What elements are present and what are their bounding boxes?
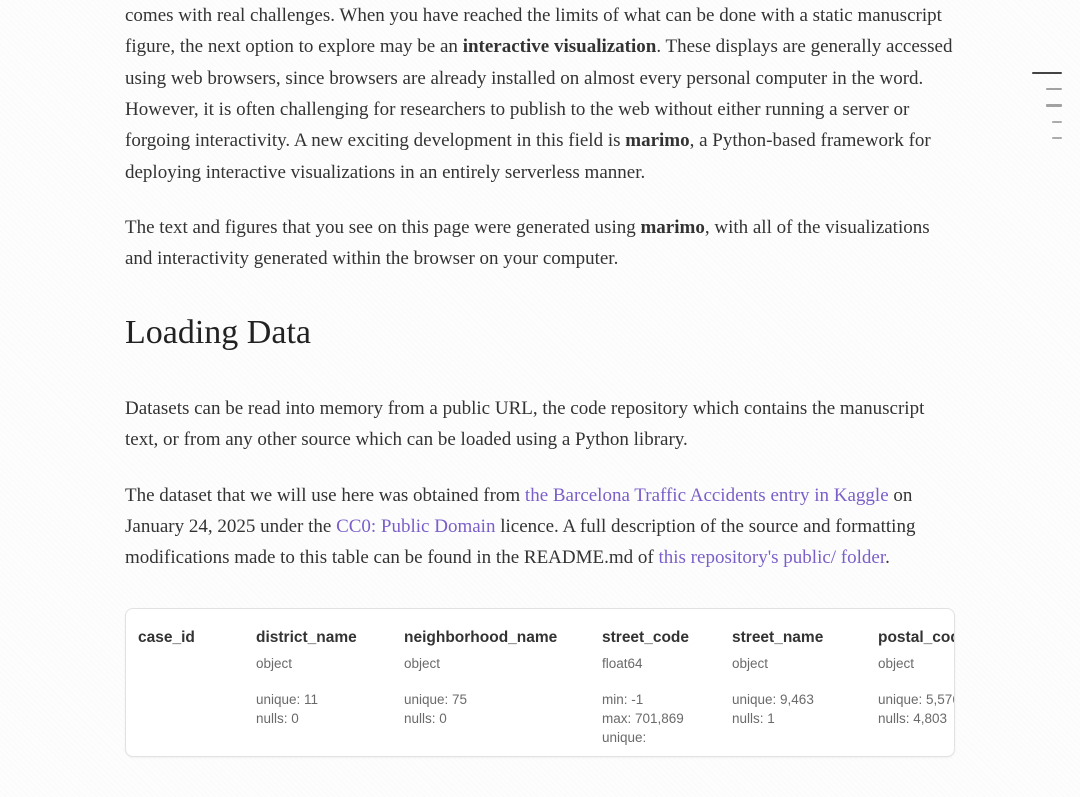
toc-entry[interactable]: [1032, 72, 1062, 74]
column-stats: unique: 11 nulls: 0: [256, 691, 380, 729]
column-header-postal-code[interactable]: postal_code object unique: 5,576 nulls: …: [866, 621, 955, 749]
stat: unique: 9,463: [732, 691, 854, 710]
column-name: street_name: [732, 629, 823, 646]
stat: min: -1: [602, 691, 708, 710]
paragraph-loading-2: The dataset that we will use here was ob…: [125, 480, 955, 574]
table-of-contents-minimap: [1032, 72, 1062, 139]
emphasis-marimo-2: marimo: [640, 217, 704, 238]
toc-entry[interactable]: [1052, 137, 1062, 139]
link-repo-public-folder[interactable]: this repository's public/ folder: [658, 547, 885, 568]
stat: unique:: [602, 729, 708, 748]
column-header-street-code[interactable]: street_code float64 min: -1 max: 701,869…: [590, 621, 720, 749]
stat: unique: 11: [256, 691, 380, 710]
paragraph-loading-1: Datasets can be read into memory from a …: [125, 393, 955, 456]
column-header-neighborhood-name[interactable]: neighborhood_name object unique: 75 null…: [392, 621, 590, 749]
stat: unique: 75: [404, 691, 578, 710]
text-segment: .: [885, 547, 890, 568]
paragraph-intro-2: The text and figures that you see on thi…: [125, 212, 955, 275]
column-dtype: float64: [602, 653, 708, 675]
column-name: district_name: [256, 629, 357, 646]
link-cc0-licence[interactable]: CC0: Public Domain: [336, 516, 495, 537]
column-name: street_code: [602, 629, 689, 646]
emphasis-interactive-viz: interactive visualization: [463, 36, 657, 57]
stat: nulls: 0: [256, 710, 380, 729]
stat: unique: 5,576: [878, 691, 955, 710]
stat: nulls: 0: [404, 710, 578, 729]
dataframe-preview[interactable]: case_id district_name object unique: 11 …: [125, 608, 955, 758]
link-kaggle-dataset[interactable]: the Barcelona Traffic Accidents entry in…: [525, 485, 889, 506]
heading-loading-data: Loading Data: [125, 305, 955, 361]
column-name: postal_code: [878, 629, 955, 646]
column-dtype: object: [256, 653, 380, 675]
toc-entry[interactable]: [1046, 88, 1062, 90]
column-header-street-name[interactable]: street_name object unique: 9,463 nulls: …: [720, 621, 866, 749]
stat: max: 701,869: [602, 710, 708, 729]
column-header-case-id[interactable]: case_id: [126, 621, 244, 749]
paragraph-intro-1: comes with real challenges. When you hav…: [125, 0, 955, 188]
column-stats: min: -1 max: 701,869 unique:: [602, 691, 708, 748]
text-segment: The dataset that we will use here was ob…: [125, 485, 525, 506]
emphasis-marimo: marimo: [625, 130, 689, 151]
column-dtype: object: [404, 653, 578, 675]
column-name: case_id: [138, 629, 195, 646]
table-header-row: case_id district_name object unique: 11 …: [126, 609, 954, 757]
column-name: neighborhood_name: [404, 629, 557, 646]
toc-entry[interactable]: [1052, 121, 1062, 123]
column-stats: unique: 9,463 nulls: 1: [732, 691, 854, 729]
toc-entry[interactable]: [1046, 104, 1062, 106]
column-stats: unique: 75 nulls: 0: [404, 691, 578, 729]
column-dtype: object: [732, 653, 854, 675]
column-stats: unique: 5,576 nulls: 4,803: [878, 691, 955, 729]
stat: nulls: 4,803: [878, 710, 955, 729]
column-header-district-name[interactable]: district_name object unique: 11 nulls: 0: [244, 621, 392, 749]
text-segment: The text and figures that you see on thi…: [125, 217, 640, 238]
stat: nulls: 1: [732, 710, 854, 729]
article-content: comes with real challenges. When you hav…: [105, 0, 975, 757]
column-dtype: object: [878, 653, 955, 675]
